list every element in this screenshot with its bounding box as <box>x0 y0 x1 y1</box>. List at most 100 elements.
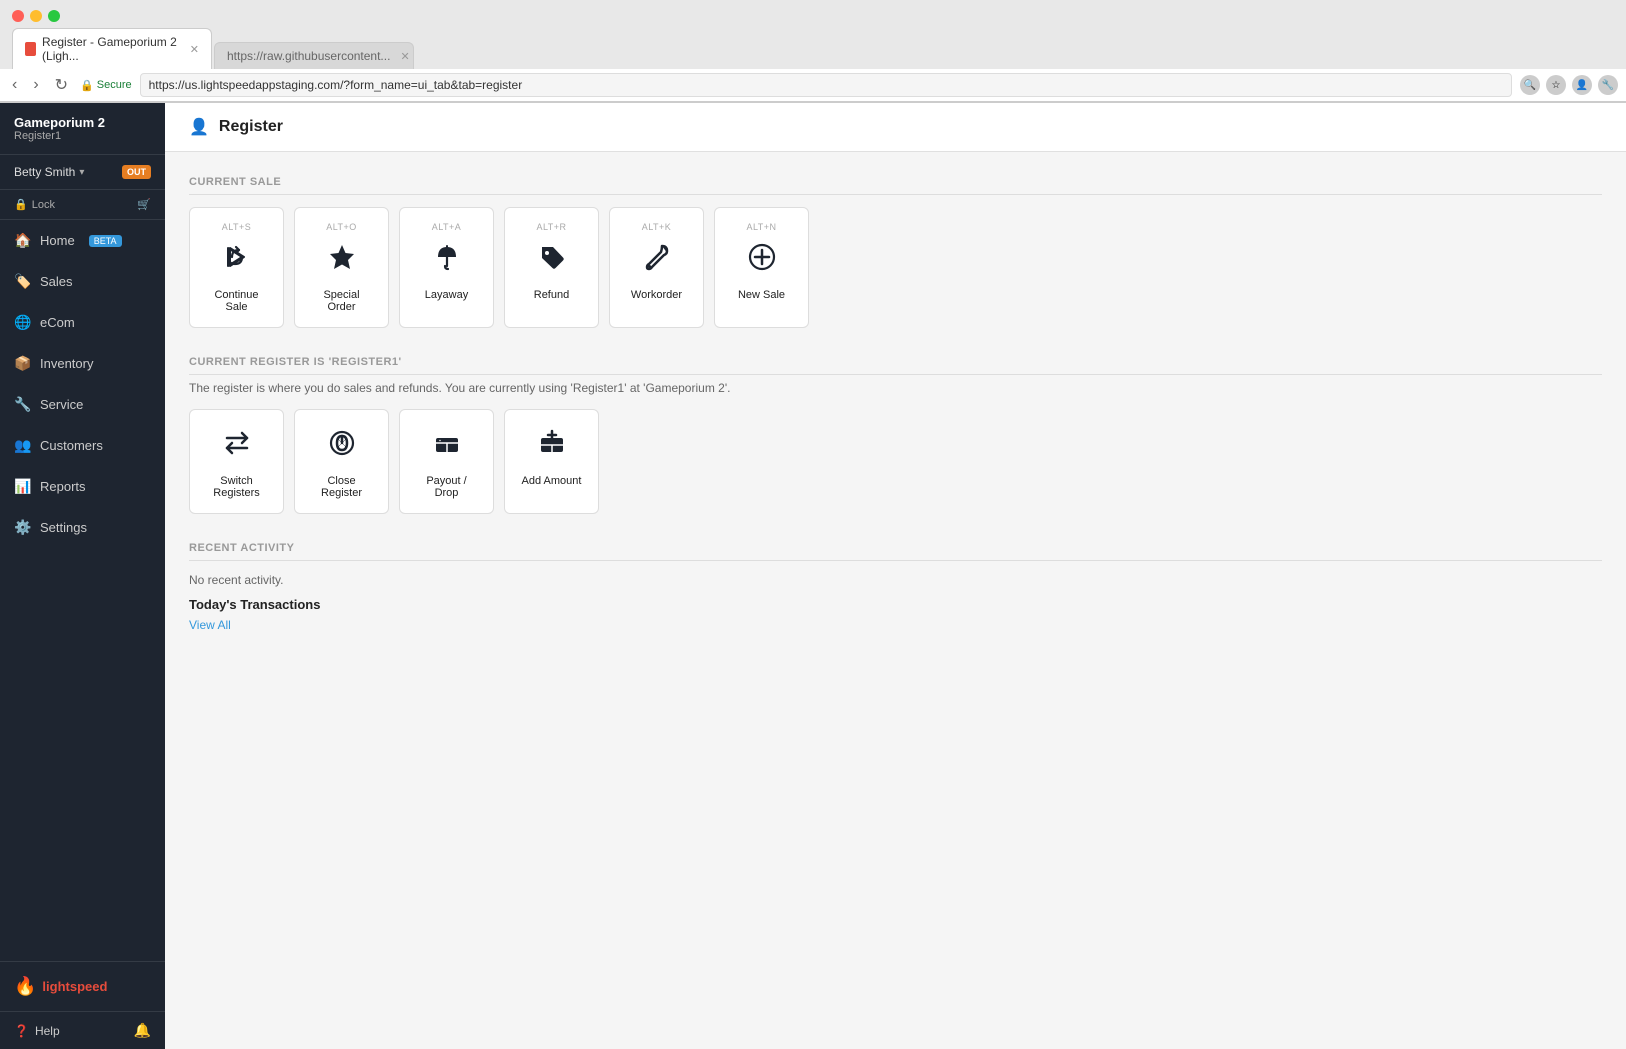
inventory-icon: 📦 <box>14 355 30 372</box>
layaway-icon <box>432 242 462 279</box>
lock-label: Lock <box>32 199 55 211</box>
cart-button[interactable]: 🛒 <box>137 198 151 211</box>
workorder-card[interactable]: ALT+K Workorder <box>609 207 704 328</box>
content-body: CURRENT SALE ALT+S <box>165 152 1626 686</box>
lightspeed-logo: 🔥 lightspeed <box>14 976 151 997</box>
close-register-card[interactable]: Close Register <box>294 409 389 514</box>
switch-registers-label: Switch Registers <box>206 475 267 499</box>
register-info: The register is where you do sales and r… <box>189 381 1602 395</box>
workorder-label: Workorder <box>631 289 682 301</box>
bookmark-button[interactable]: ☆ <box>1546 75 1566 95</box>
layaway-label: Layaway <box>425 289 468 301</box>
view-all-link[interactable]: View All <box>189 618 231 632</box>
sidebar-item-ecom[interactable]: 🌐 eCom <box>0 302 165 343</box>
sidebar-item-home[interactable]: 🏠 Home BETA <box>0 220 165 261</box>
help-row: ❓ Help 🔔 <box>0 1011 165 1049</box>
sidebar-item-ecom-label: eCom <box>40 315 75 330</box>
current-sale-heading: CURRENT SALE <box>189 176 1602 195</box>
flame-icon: 🔥 <box>14 976 36 997</box>
reports-icon: 📊 <box>14 478 30 495</box>
sidebar: Gameporium 2 Register1 Betty Smith ▾ OUT… <box>0 103 165 1049</box>
sidebar-footer: 🔥 lightspeed <box>0 961 165 1011</box>
sidebar-item-service-label: Service <box>40 397 83 412</box>
address-bar: ‹ › ↻ 🔒 Secure 🔍 ☆ 👤 🔧 <box>0 69 1626 102</box>
special-order-shortcut: ALT+O <box>326 222 357 232</box>
special-order-card[interactable]: ALT+O Special Order <box>294 207 389 328</box>
continue-sale-shortcut: ALT+S <box>222 222 252 232</box>
payout-drop-card[interactable]: Payout / Drop <box>399 409 494 514</box>
sidebar-item-sales[interactable]: 🏷️ Sales <box>0 261 165 302</box>
settings-icon: ⚙️ <box>14 519 30 536</box>
add-amount-icon <box>537 428 567 465</box>
close-register-icon <box>327 428 357 465</box>
quick-actions: 🔒 Lock 🛒 <box>0 190 165 220</box>
sidebar-nav: 🏠 Home BETA 🏷️ Sales 🌐 eCom 📦 Inventory … <box>0 220 165 961</box>
url-input[interactable] <box>140 73 1512 97</box>
workorder-shortcut: ALT+K <box>642 222 672 232</box>
sidebar-item-settings[interactable]: ⚙️ Settings <box>0 507 165 548</box>
no-activity-text: No recent activity. <box>189 573 1602 587</box>
active-tab-close[interactable]: ✕ <box>190 43 199 56</box>
current-sale-section: CURRENT SALE ALT+S <box>189 176 1602 328</box>
reload-button[interactable]: ↻ <box>51 73 72 97</box>
maximize-window-button[interactable] <box>48 10 60 22</box>
traffic-lights <box>0 0 1626 28</box>
inactive-tab[interactable]: https://raw.githubusercontent... ✕ <box>214 42 414 69</box>
notification-icon[interactable]: 🔔 <box>134 1022 151 1039</box>
add-amount-card[interactable]: Add Amount <box>504 409 599 514</box>
layaway-card[interactable]: ALT+A Layaway <box>399 207 494 328</box>
sidebar-item-customers[interactable]: 👥 Customers <box>0 425 165 466</box>
register-actions: Switch Registers Close R <box>189 409 1602 514</box>
sidebar-header: Gameporium 2 Register1 <box>0 103 165 155</box>
inactive-tab-label: https://raw.githubusercontent... <box>227 49 390 63</box>
special-order-label: Special Order <box>311 289 372 313</box>
current-sale-actions: ALT+S Continue Sale <box>189 207 1602 328</box>
switch-registers-card[interactable]: Switch Registers <box>189 409 284 514</box>
profile-button[interactable]: 👤 <box>1572 75 1592 95</box>
back-button[interactable]: ‹ <box>8 74 21 96</box>
active-tab[interactable]: Register - Gameporium 2 (Ligh... ✕ <box>12 28 212 69</box>
cart-icon: 🛒 <box>137 198 151 211</box>
continue-sale-card[interactable]: ALT+S Continue Sale <box>189 207 284 328</box>
home-beta-badge: BETA <box>89 235 122 247</box>
payout-drop-icon <box>432 428 462 465</box>
browser-actions: 🔍 ☆ 👤 🔧 <box>1520 75 1618 95</box>
extension-button[interactable]: 🔧 <box>1598 75 1618 95</box>
out-badge: OUT <box>122 165 151 179</box>
refund-card[interactable]: ALT+R Refund <box>504 207 599 328</box>
store-name: Gameporium 2 <box>14 115 151 130</box>
ecom-icon: 🌐 <box>14 314 30 331</box>
search-button[interactable]: 🔍 <box>1520 75 1540 95</box>
close-window-button[interactable] <box>12 10 24 22</box>
forward-button[interactable]: › <box>29 74 42 96</box>
help-label: Help <box>35 1024 60 1038</box>
minimize-window-button[interactable] <box>30 10 42 22</box>
layaway-shortcut: ALT+A <box>432 222 462 232</box>
sidebar-item-service[interactable]: 🔧 Service <box>0 384 165 425</box>
continue-sale-label: Continue Sale <box>206 289 267 313</box>
browser-chrome: Register - Gameporium 2 (Ligh... ✕ https… <box>0 0 1626 103</box>
lock-button[interactable]: 🔒 Lock <box>14 198 55 211</box>
sidebar-item-reports[interactable]: 📊 Reports <box>0 466 165 507</box>
sales-icon: 🏷️ <box>14 273 30 290</box>
add-amount-label: Add Amount <box>522 475 582 487</box>
current-register-heading: CURRENT REGISTER IS 'REGISTER1' <box>189 356 1602 375</box>
sidebar-item-inventory[interactable]: 📦 Inventory <box>0 343 165 384</box>
user-menu[interactable]: Betty Smith ▾ OUT <box>0 155 165 190</box>
new-sale-label: New Sale <box>738 289 785 301</box>
user-name: Betty Smith ▾ <box>14 165 84 179</box>
inactive-tab-close[interactable]: ✕ <box>400 50 409 63</box>
active-tab-label: Register - Gameporium 2 (Ligh... <box>42 35 180 63</box>
app-layout: Gameporium 2 Register1 Betty Smith ▾ OUT… <box>0 103 1626 1049</box>
sidebar-item-settings-label: Settings <box>40 520 87 535</box>
sidebar-item-home-label: Home <box>40 233 75 248</box>
logo-text: lightspeed <box>42 979 107 994</box>
lock-icon: 🔒 <box>80 79 94 92</box>
new-sale-card[interactable]: ALT+N New Sale <box>714 207 809 328</box>
page-header: 👤 Register <box>165 103 1626 152</box>
customers-icon: 👥 <box>14 437 30 454</box>
main-content: 👤 Register CURRENT SALE ALT+S <box>165 103 1626 1049</box>
browser-tabs: Register - Gameporium 2 (Ligh... ✕ https… <box>0 28 1626 69</box>
help-button[interactable]: ❓ Help <box>14 1024 60 1038</box>
help-icon: ❓ <box>14 1024 29 1038</box>
